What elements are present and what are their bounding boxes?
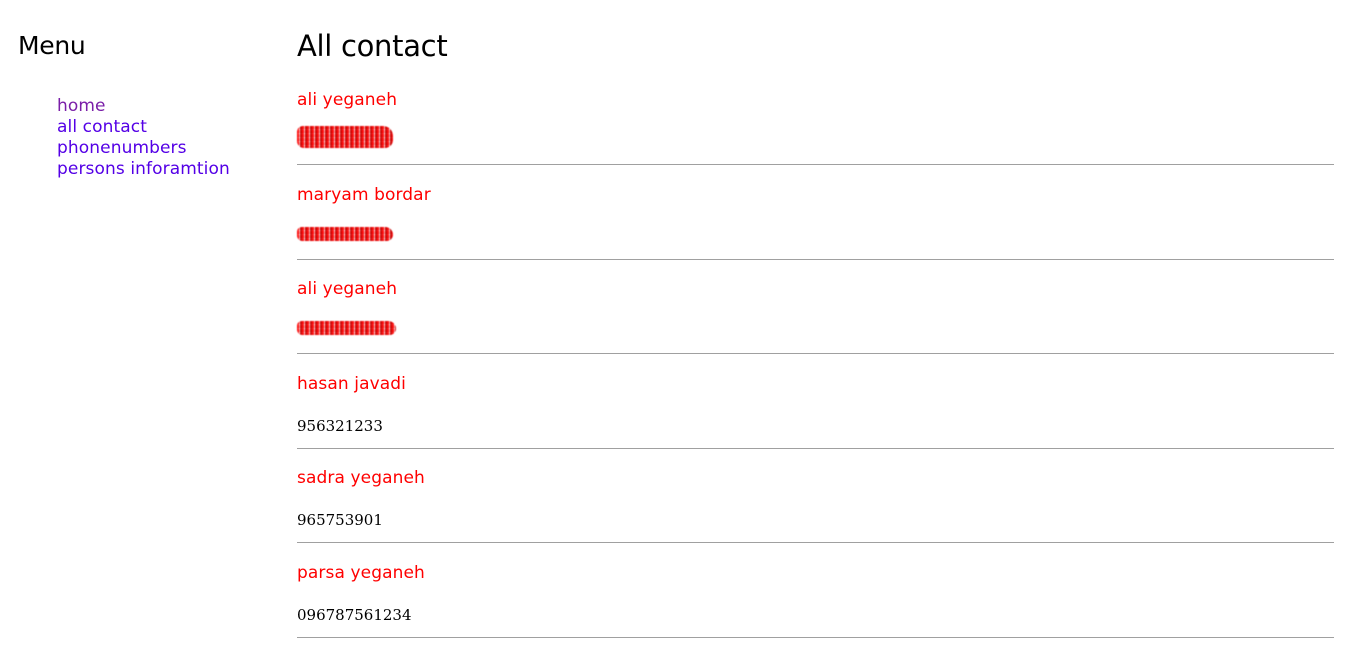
contact-name: maryam bordar [297, 185, 431, 205]
nav-link-persons-information[interactable]: persons inforamtion [57, 159, 230, 179]
contact-divider [297, 164, 1334, 165]
contact-phone-redacted [297, 227, 393, 241]
nav-link-home[interactable]: home [57, 96, 106, 116]
contact-divider [297, 637, 1334, 638]
contact-phone-redacted [297, 126, 393, 148]
nav-list: home all contact phonenumbers persons in… [57, 95, 230, 179]
contact-phone: 965753901 [297, 511, 383, 529]
contact-name: sadra yeganeh [297, 468, 425, 488]
contact-name: ali yeganeh [297, 279, 398, 299]
contact-phone: 096787561234 [297, 606, 412, 624]
nav-link-phonenumbers[interactable]: phonenumbers [57, 138, 187, 158]
nav-item-home: home [57, 95, 230, 116]
contact-entry: parsa yeganeh 096787561234 [297, 562, 1334, 657]
contact-name: parsa yeganeh [297, 563, 425, 583]
contact-entry: sadra yeganeh 965753901 [297, 467, 1334, 562]
contact-entry: hasan javadi 956321233 [297, 373, 1334, 468]
contact-phone: 956321233 [297, 417, 383, 435]
nav-item-phonenumbers: phonenumbers [57, 137, 230, 158]
contact-name: hasan javadi [297, 374, 406, 394]
contact-divider [297, 353, 1334, 354]
nav-link-all-contact[interactable]: all contact [57, 117, 147, 137]
contact-divider [297, 448, 1334, 449]
contact-entry: ali yeganeh [297, 89, 1334, 184]
contact-entry: maryam bordar [297, 184, 1334, 279]
contact-divider [297, 542, 1334, 543]
contact-name: ali yeganeh [297, 90, 398, 110]
contact-entry: ali yeganeh [297, 278, 1334, 373]
nav-item-all-contact: all contact [57, 116, 230, 137]
contact-phone-redacted [297, 321, 396, 335]
contact-divider [297, 259, 1334, 260]
page-title: All contact [297, 29, 448, 63]
nav-item-persons-information: persons inforamtion [57, 158, 230, 179]
menu-title: Menu [18, 31, 86, 60]
